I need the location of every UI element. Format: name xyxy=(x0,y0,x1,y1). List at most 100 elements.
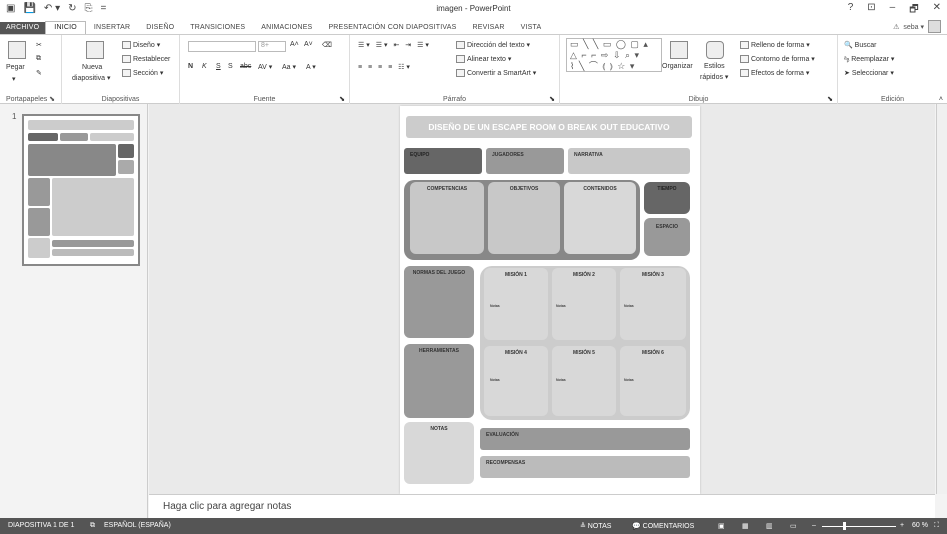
tab-transiciones[interactable]: TRANSICIONES xyxy=(182,22,253,34)
maximize-button[interactable]: 🗗 xyxy=(909,2,918,19)
new-slide-dropdown[interactable]: diapositiva ▾ xyxy=(72,74,111,82)
user-account[interactable]: ⚠ seba ▾ xyxy=(893,20,941,33)
organize-button[interactable]: Organizar xyxy=(662,63,693,70)
format-painter-icon[interactable]: ✎ xyxy=(36,69,42,77)
tab-inicio[interactable]: INICIO xyxy=(45,21,86,34)
zoom-slider-handle[interactable] xyxy=(843,522,846,530)
box-herramientas[interactable]: HERRAMIENTAS xyxy=(404,344,474,418)
reading-view-button[interactable]: ▥ xyxy=(766,522,773,530)
zoom-out-button[interactable]: – xyxy=(812,522,816,529)
zoom-in-button[interactable]: + xyxy=(900,522,904,529)
tab-archivo[interactable]: ARCHIVO xyxy=(0,22,46,34)
box-mision-3[interactable]: MISIÓN 3 Notas xyxy=(620,268,686,340)
paragraph-launcher-icon[interactable]: ⬊ xyxy=(549,95,555,103)
copy-icon[interactable]: ⧉ xyxy=(36,55,41,63)
find-button[interactable]: 🔍 Buscar xyxy=(844,41,876,49)
avatar[interactable] xyxy=(928,20,941,33)
tab-insertar[interactable]: INSERTAR xyxy=(86,22,138,34)
box-espacio[interactable]: ESPACIO xyxy=(644,218,690,256)
new-slide-icon[interactable] xyxy=(86,41,104,59)
tab-vista[interactable]: VISTA xyxy=(513,22,550,34)
help-button[interactable]: ? xyxy=(848,2,854,19)
user-name[interactable]: seba ▾ xyxy=(903,23,924,31)
strikethrough-button[interactable]: abc xyxy=(240,63,251,70)
ribbon-display-options-button[interactable]: ⊡ xyxy=(867,2,875,19)
collapse-ribbon-icon[interactable]: ˄ xyxy=(939,96,943,103)
shrink-font-button[interactable]: A˅ xyxy=(304,41,313,48)
tab-animaciones[interactable]: ANIMACIONES xyxy=(253,22,320,34)
box-evaluacion[interactable]: EVALUACIÓN xyxy=(480,428,690,450)
change-case-button[interactable]: Aa ▾ xyxy=(282,63,296,71)
list-buttons[interactable]: ☰▾ ☰▾ ⇤ ⇥ ☰▾ xyxy=(358,41,431,49)
underline-button[interactable]: S xyxy=(216,63,221,70)
slide-title[interactable]: DISEÑO DE UN ESCAPE ROOM O BREAK OUT EDU… xyxy=(406,116,692,138)
shapes-gallery-row-2[interactable]: △ ⌐ ⌐ ⇨ ⇩ ⌕ ▾ xyxy=(570,50,661,61)
shapes-gallery-row-1[interactable]: ▭ ╲ ╲ ▭ ◯ ▢ ▴ xyxy=(570,39,661,50)
box-contenidos[interactable]: CONTENIDOS xyxy=(564,182,636,254)
tab-diseno[interactable]: DISEÑO xyxy=(138,22,182,34)
font-launcher-icon[interactable]: ⬊ xyxy=(339,95,345,103)
box-recompensas[interactable]: RECOMPENSAS xyxy=(480,456,690,478)
vertical-scrollbar[interactable] xyxy=(936,104,947,494)
shape-effects-button[interactable]: Efectos de forma ▾ xyxy=(740,69,809,78)
layout-button[interactable]: Diseño ▾ xyxy=(122,41,160,50)
spell-check-icon[interactable]: ⧉ xyxy=(90,522,95,530)
select-button[interactable]: ➤ Seleccionar ▾ xyxy=(844,69,894,77)
box-normas[interactable]: NORMAS DEL JUEGO xyxy=(404,266,474,338)
text-direction-button[interactable]: Dirección del texto ▾ xyxy=(456,41,530,50)
cut-icon[interactable]: ✂ xyxy=(36,41,42,49)
replace-button[interactable]: ᵃᵦ Reemplazar ▾ xyxy=(844,55,894,63)
notes-toggle-button[interactable]: ≜ NOTAS xyxy=(580,522,611,530)
section-button[interactable]: Sección ▾ xyxy=(122,69,163,78)
group-label[interactable]: Portapapeles ⬊ xyxy=(0,95,61,103)
drawing-launcher-icon[interactable]: ⬊ xyxy=(827,95,833,103)
notes-pane[interactable]: Haga clic para agregar notas xyxy=(149,494,935,518)
language-indicator[interactable]: ESPAÑOL (ESPAÑA) xyxy=(104,522,171,529)
box-jugadores[interactable]: JUGADORES xyxy=(486,148,564,174)
quick-styles-dropdown[interactable]: rápidos ▾ xyxy=(700,73,728,81)
quick-styles-button[interactable]: Estilos xyxy=(704,63,725,70)
box-mision-6[interactable]: MISIÓN 6 Notas xyxy=(620,346,686,416)
zoom-level[interactable]: 60 % xyxy=(912,522,928,529)
font-size-combo[interactable]: 8+ xyxy=(258,41,286,52)
slide[interactable]: DISEÑO DE UN ESCAPE ROOM O BREAK OUT EDU… xyxy=(400,106,700,494)
minimize-button[interactable]: – xyxy=(890,2,896,19)
zoom-slider[interactable] xyxy=(822,526,896,527)
box-narrativa[interactable]: NARRATIVA xyxy=(568,148,690,174)
box-mision-5[interactable]: MISIÓN 5 Notas xyxy=(552,346,616,416)
shape-fill-button[interactable]: Relleno de forma ▾ xyxy=(740,41,810,50)
close-button[interactable]: ✕ xyxy=(933,2,941,19)
slide-sorter-button[interactable]: ▦ xyxy=(742,522,749,530)
quick-styles-icon[interactable] xyxy=(706,41,724,59)
box-mision-4[interactable]: MISIÓN 4 Notas xyxy=(484,346,548,416)
box-notas[interactable]: NOTAS xyxy=(404,422,474,484)
fit-slide-button[interactable]: ⛶ xyxy=(934,522,939,530)
paste-icon[interactable] xyxy=(8,41,26,59)
paste-dropdown[interactable]: ▾ xyxy=(12,75,16,83)
tab-revisar[interactable]: REVISAR xyxy=(465,22,513,34)
grow-font-button[interactable]: A˄ xyxy=(290,41,299,48)
comments-toggle-button[interactable]: 💬 COMENTARIOS xyxy=(632,522,694,530)
shapes-gallery-row-3[interactable]: ⌇ ╲ ⌒ ⦅ ⦆ ☆ ▾ xyxy=(570,61,661,72)
tab-presentacion[interactable]: PRESENTACIÓN CON DIAPOSITIVAS xyxy=(320,22,464,34)
shape-outline-button[interactable]: Contorno de forma ▾ xyxy=(740,55,815,64)
char-spacing-button[interactable]: AV ▾ xyxy=(258,63,272,71)
organize-icon[interactable] xyxy=(670,41,688,59)
box-competencias[interactable]: COMPETENCIAS xyxy=(410,182,484,254)
box-mision-2[interactable]: MISIÓN 2 Notas xyxy=(552,268,616,340)
bold-button[interactable]: N xyxy=(188,63,193,70)
align-text-button[interactable]: Alinear texto ▾ xyxy=(456,55,511,64)
shapes-gallery[interactable]: ▭ ╲ ╲ ▭ ◯ ▢ ▴ △ ⌐ ⌐ ⇨ ⇩ ⌕ ▾ ⌇ ╲ ⌒ ⦅ ⦆ ☆ … xyxy=(566,38,662,72)
box-equipo[interactable]: EQUIPO xyxy=(404,148,482,174)
box-tiempo[interactable]: TIEMPO xyxy=(644,182,690,214)
new-slide-button[interactable]: Nueva xyxy=(82,64,102,71)
slide-thumbnail[interactable] xyxy=(22,114,140,266)
shadow-button[interactable]: S xyxy=(228,63,233,70)
normal-view-button[interactable]: ▣ xyxy=(718,522,725,530)
reset-button[interactable]: Restablecer xyxy=(122,55,170,63)
box-mision-1[interactable]: MISIÓN 1 Notas xyxy=(484,268,548,340)
clear-format-button[interactable]: ⌫ xyxy=(322,41,332,49)
font-name-combo[interactable] xyxy=(188,41,256,52)
font-color-button[interactable]: A ▾ xyxy=(306,63,316,71)
box-objetivos[interactable]: OBJETIVOS xyxy=(488,182,560,254)
